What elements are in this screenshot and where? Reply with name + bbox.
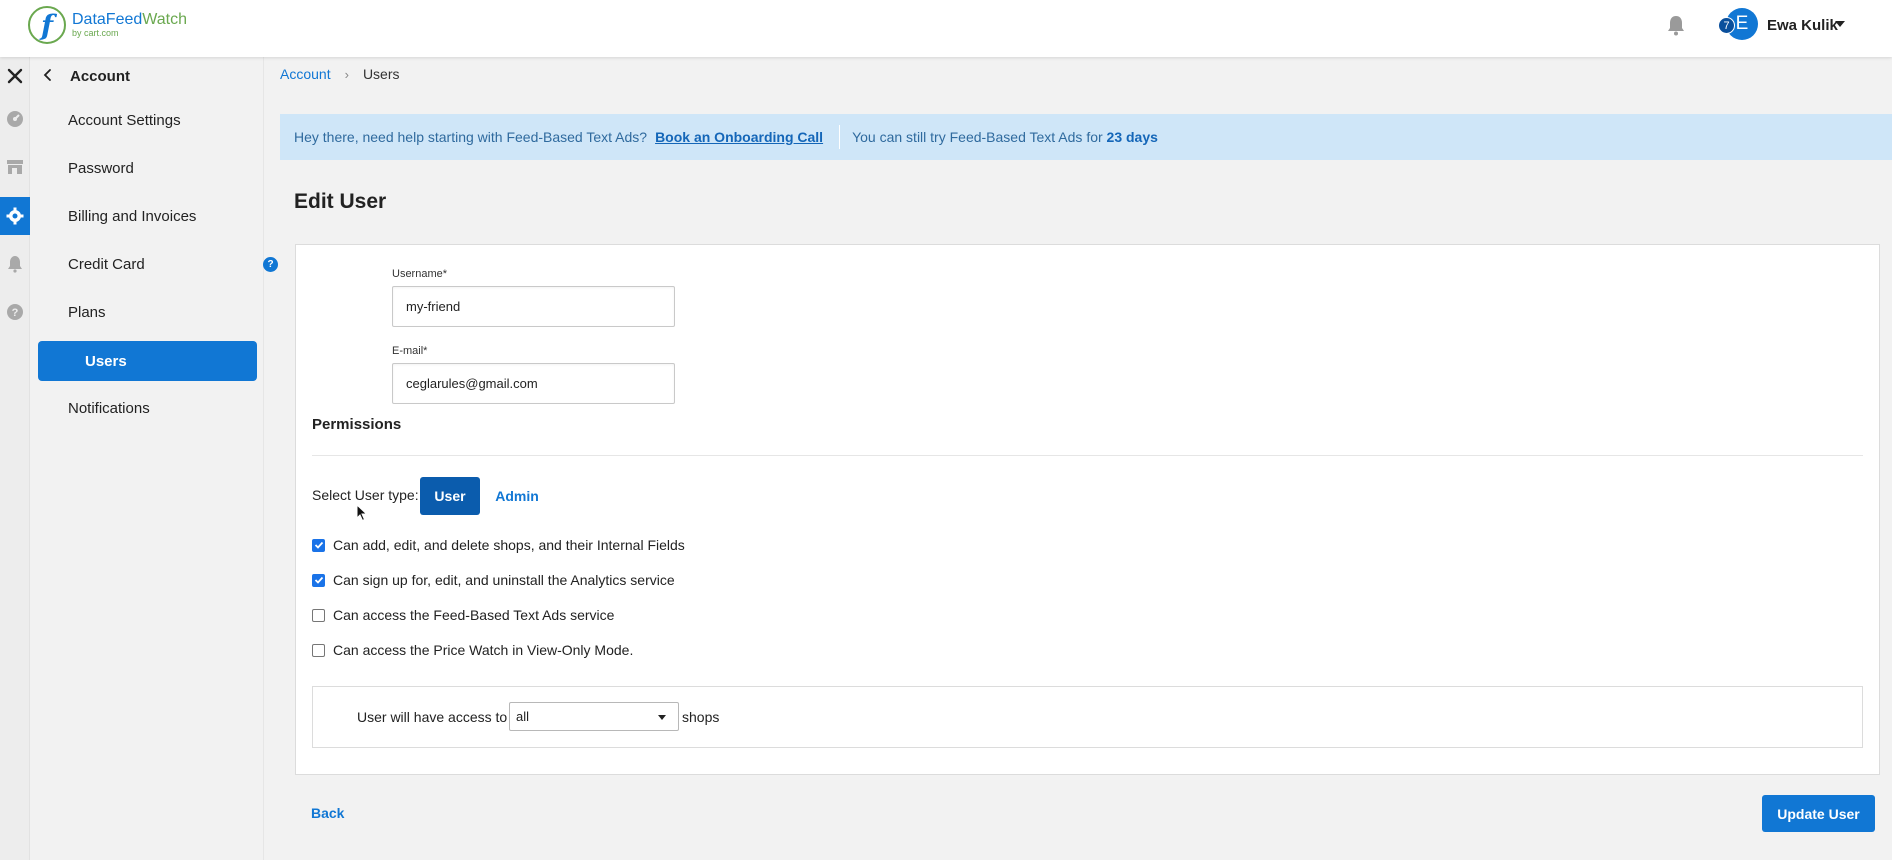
onboarding-banner: Hey there, need help starting with Feed-…	[280, 114, 1892, 160]
sidebar-item-account-settings[interactable]: Account Settings	[38, 100, 257, 140]
back-link[interactable]: Back	[311, 805, 344, 821]
help-icon[interactable]: ?	[263, 257, 278, 272]
dashboard-icon	[7, 111, 23, 127]
notification-count-badge: 7	[1718, 17, 1735, 34]
svg-text:?: ?	[12, 307, 19, 319]
user-name[interactable]: Ewa Kulik	[1767, 17, 1838, 34]
rail-store[interactable]	[0, 148, 30, 186]
trial-days: 23 days	[1106, 129, 1158, 145]
sidebar-item-billing[interactable]: Billing and Invoices	[38, 196, 257, 236]
icon-rail: ?	[0, 57, 30, 860]
shop-access-select[interactable]: all	[509, 702, 679, 731]
permission-analytics-row[interactable]: Can sign up for, edit, and uninstall the…	[312, 572, 675, 588]
checkmark-icon	[314, 541, 323, 549]
update-user-button[interactable]: Update User	[1762, 795, 1875, 832]
trial-text: You can still try Feed-Based Text Ads fo…	[852, 129, 1158, 145]
user-type-admin-button[interactable]: Admin	[492, 477, 542, 515]
mouse-cursor-icon	[356, 504, 368, 522]
permission-text-ads-checkbox[interactable]	[312, 608, 325, 622]
permission-shops-checkbox[interactable]	[312, 538, 325, 552]
banner-text: Hey there, need help starting with Feed-…	[294, 129, 648, 145]
breadcrumb: Account › Users	[280, 66, 400, 82]
logo-text: DataFeedWatch by cart.com	[72, 12, 187, 38]
bell-icon[interactable]	[1666, 14, 1686, 36]
logo-name-part-b: Watch	[142, 11, 188, 28]
top-header: f DataFeedWatch by cart.com E 7 Ewa Kuli…	[0, 0, 1892, 57]
shop-access-suffix: shops	[682, 709, 720, 725]
bell-icon	[8, 256, 22, 273]
sidebar-item-label: Account Settings	[68, 111, 181, 129]
logo-mark-icon: f	[28, 6, 66, 44]
sidebar-item-label: Notifications	[68, 399, 150, 417]
permission-analytics-checkbox[interactable]	[312, 573, 325, 587]
sidebar-title: Account	[70, 68, 130, 85]
permission-price-watch-label: Can access the Price Watch in View-Only …	[333, 642, 634, 658]
permission-shops-label: Can add, edit, and delete shops, and the…	[333, 537, 685, 553]
rail-help[interactable]: ?	[0, 293, 30, 331]
sidebar-item-notifications[interactable]: Notifications	[38, 388, 257, 428]
permission-analytics-label: Can sign up for, edit, and uninstall the…	[333, 572, 675, 588]
trial-prefix: You can still try Feed-Based Text Ads fo…	[852, 129, 1103, 145]
breadcrumb-account-link[interactable]: Account	[280, 66, 331, 82]
sidebar-item-users[interactable]: Users	[38, 341, 257, 381]
permission-shops-row[interactable]: Can add, edit, and delete shops, and the…	[312, 537, 685, 553]
chevron-right-icon: ›	[344, 66, 349, 82]
shop-access-label: User will have access to	[357, 709, 508, 725]
close-icon	[7, 68, 23, 84]
rail-close[interactable]	[0, 57, 30, 95]
logo-name: DataFeedWatch	[72, 12, 187, 28]
sidebar-item-label: Plans	[68, 303, 106, 321]
breadcrumb-current: Users	[362, 66, 400, 82]
sidebar-item-label: Password	[68, 159, 134, 177]
chevron-down-icon[interactable]	[1835, 21, 1845, 27]
sidebar-item-label: Users	[85, 352, 127, 370]
email-label: E-mail*	[392, 345, 428, 357]
email-input[interactable]	[392, 363, 675, 404]
store-icon	[7, 160, 23, 174]
sidebar-item-credit-card[interactable]: Credit Card?	[38, 244, 278, 284]
help-icon: ?	[7, 304, 23, 320]
permissions-divider	[312, 455, 1863, 456]
permission-price-watch-row[interactable]: Can access the Price Watch in View-Only …	[312, 642, 633, 658]
user-type-label: Select User type:	[312, 487, 419, 503]
shop-access-selected-value: all	[516, 709, 530, 724]
username-label: Username*	[392, 268, 448, 280]
user-type-user-button[interactable]: User	[420, 477, 480, 515]
logo-subtitle: by cart.com	[72, 28, 119, 38]
permission-price-watch-checkbox[interactable]	[312, 643, 325, 657]
sidebar-item-label: Billing and Invoices	[68, 207, 197, 225]
sidebar-item-password[interactable]: Password	[38, 148, 257, 188]
user-avatar-group[interactable]: E 7	[1718, 8, 1758, 40]
permission-text-ads-row[interactable]: Can access the Feed-Based Text Ads servi…	[312, 607, 614, 623]
book-onboarding-call-link[interactable]: Book an Onboarding Call	[655, 129, 823, 145]
chevron-left-icon[interactable]	[41, 67, 55, 83]
chevron-down-icon	[658, 715, 666, 720]
permission-text-ads-label: Can access the Feed-Based Text Ads servi…	[333, 607, 615, 623]
logo-name-part-a: DataFeed	[72, 11, 143, 28]
rail-dashboard[interactable]	[0, 100, 30, 138]
permissions-title: Permissions	[312, 416, 402, 433]
banner-divider	[839, 125, 841, 149]
rail-settings[interactable]	[0, 197, 30, 235]
page-title: Edit User	[294, 190, 387, 213]
rail-notifications[interactable]	[0, 245, 30, 283]
datafeedwatch-logo[interactable]: f DataFeedWatch by cart.com	[28, 6, 187, 44]
sidebar-item-plans[interactable]: Plans	[38, 292, 257, 332]
checkmark-icon	[314, 576, 323, 584]
gear-icon	[6, 207, 24, 225]
sidebar-item-label: Credit Card	[68, 255, 145, 273]
username-input[interactable]	[392, 286, 675, 327]
